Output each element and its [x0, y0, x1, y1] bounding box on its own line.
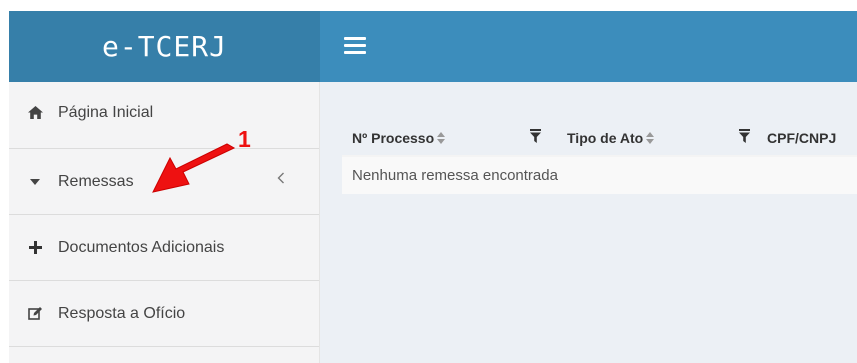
main-content: Nº Processo Tipo de Ato CPF/CNPJ Nenhuma… [320, 82, 857, 363]
hamburger-icon[interactable] [344, 37, 366, 55]
chevron-left-icon[interactable] [277, 171, 287, 184]
column-header-tipo-de-ato[interactable]: Tipo de Ato [567, 130, 655, 147]
filter-icon[interactable] [739, 129, 751, 143]
column-header-numero-processo[interactable]: Nº Processo [352, 130, 446, 147]
brand-logo[interactable]: e-TCERJ [9, 11, 320, 82]
sidebar: Página Inicial Remessas Documentos Adici… [9, 82, 320, 363]
home-icon [27, 104, 43, 120]
sidebar-item-label: Página Inicial [58, 104, 154, 121]
empty-table-message: Nenhuma remessa encontrada [342, 157, 857, 194]
sidebar-item-label: Documentos Adicionais [58, 238, 225, 256]
annotation-arrow-icon [152, 143, 236, 193]
brand-title: e-TCERJ [101, 30, 227, 63]
filter-icon[interactable] [530, 129, 542, 143]
plus-icon [27, 240, 43, 256]
column-header-cpf-cnpj[interactable]: CPF/CNPJ [767, 130, 836, 146]
remessas-table: Nº Processo Tipo de Ato CPF/CNPJ Nenhuma… [342, 118, 857, 194]
sidebar-item-label: Resposta a Ofício [58, 304, 186, 322]
sidebar-item-label: Remessas [58, 172, 134, 190]
sort-icon[interactable] [646, 131, 655, 147]
sidebar-item-resposta-a-oficio[interactable]: Resposta a Ofício [9, 281, 319, 347]
annotation-number: 1 [238, 126, 251, 152]
top-navbar [320, 11, 857, 82]
table-header: Nº Processo Tipo de Ato CPF/CNPJ [342, 118, 857, 157]
sidebar-item-documentos-adicionais[interactable]: Documentos Adicionais [9, 215, 319, 281]
caret-down-icon [27, 174, 43, 190]
sort-icon[interactable] [437, 131, 446, 147]
edit-icon [27, 306, 43, 322]
app-frame: e-TCERJ Página Inicial Remessas Document… [9, 11, 857, 363]
